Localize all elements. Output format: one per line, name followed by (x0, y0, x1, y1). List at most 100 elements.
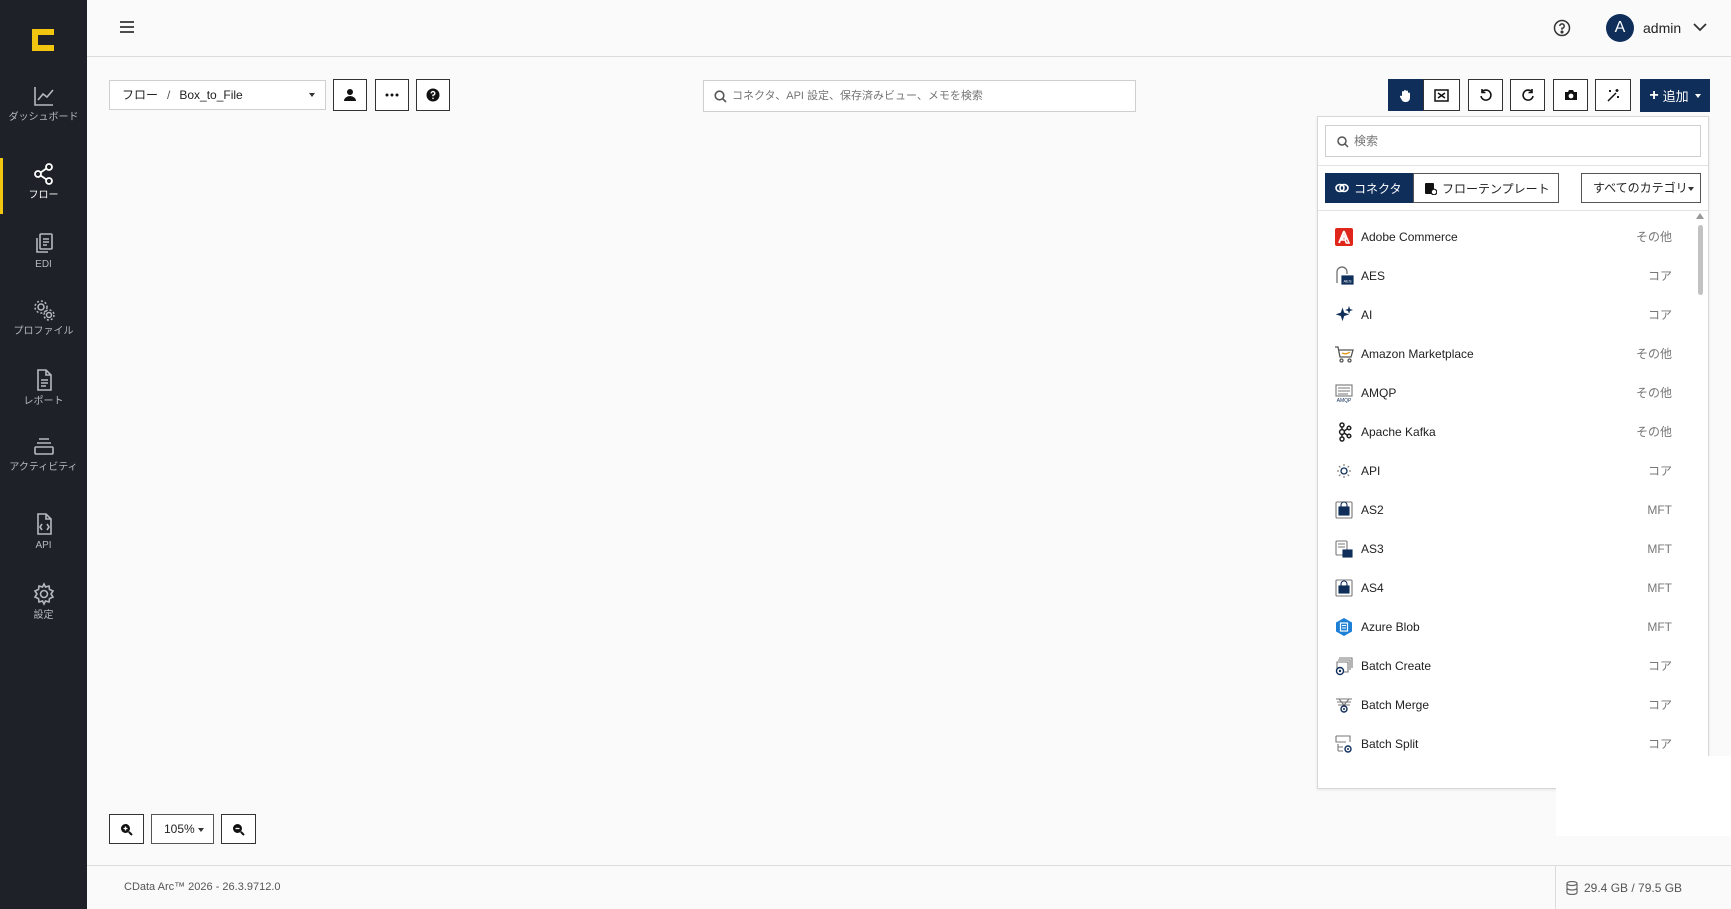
connector-name: Batch Split (1361, 736, 1419, 751)
chevron-down-icon[interactable] (1693, 22, 1707, 32)
search-icon (714, 90, 727, 103)
as3-icon (1335, 539, 1353, 558)
connector-row-as4[interactable]: AS4 MFT (1318, 568, 1690, 607)
cart-icon (1335, 345, 1354, 363)
connector-list: Adobe Commerce その他 AES AES コア AI コア Amaz… (1318, 217, 1690, 787)
connector-list-scrollbar[interactable] (1694, 211, 1706, 787)
hand-icon (1399, 89, 1410, 102)
connector-row-batch-create[interactable]: Batch Create コア (1318, 646, 1690, 685)
user-icon (344, 89, 356, 101)
scrollbar-thumb[interactable] (1698, 225, 1703, 295)
sidebar-item-dashboard[interactable]: ダッシュボード (0, 84, 87, 123)
connector-row-as2[interactable]: AS2 MFT (1318, 490, 1690, 529)
add-button-label: 追加 (1662, 89, 1689, 104)
caret-down-icon (309, 93, 315, 97)
share-nodes-icon (33, 163, 53, 185)
flow-help-button[interactable] (416, 79, 450, 111)
sidebar-item-profile[interactable]: プロファイル (0, 298, 87, 337)
connector-row-azure-blob[interactable]: Azure Blob MFT (1318, 607, 1690, 646)
sidebar-item-flow[interactable]: フロー (0, 158, 87, 214)
connector-row-amazon-marketplace[interactable]: Amazon Marketplace その他 (1318, 334, 1690, 373)
sidebar-item-label: アクティビティ (9, 462, 78, 473)
breadcrumb-root[interactable]: フロー (122, 88, 158, 102)
redo-icon (1521, 89, 1534, 101)
avatar[interactable]: A (1606, 14, 1634, 42)
sidebar-item-edi[interactable]: EDI (0, 231, 87, 270)
connector-category: コア (1647, 464, 1672, 478)
search-input[interactable] (732, 81, 1132, 111)
add-button[interactable]: + 追加 (1640, 79, 1710, 112)
sidebar-item-label: API (35, 540, 52, 551)
user-button[interactable] (333, 79, 367, 111)
api-file-icon (36, 513, 52, 535)
top-header: A admin (87, 0, 1731, 57)
connector-name: AS2 (1361, 502, 1384, 517)
aes-lock-icon: AES (1336, 265, 1354, 285)
connector-row-apache-kafka[interactable]: Apache Kafka その他 (1318, 412, 1690, 451)
zoom-level-value: 105% (164, 822, 195, 836)
connector-name: AMQP (1361, 385, 1397, 400)
svg-text:AMQP: AMQP (1337, 398, 1352, 403)
flow-breadcrumb-select[interactable]: フロー / Box_to_File (109, 80, 326, 110)
connector-search[interactable] (1325, 125, 1701, 157)
version-text: CData Arc™ 2026 - 26.3.9712.0 (124, 881, 281, 893)
connector-row-api[interactable]: API コア (1318, 451, 1690, 490)
connector-row-as3[interactable]: AS3 MFT (1318, 529, 1690, 568)
tab-flow-templates[interactable]: フローテンプレート (1413, 173, 1559, 203)
connector-panel: コネクタ フローテンプレート すべてのカテゴリ Adobe Commerce そ… (1317, 116, 1709, 789)
connector-name: AI (1361, 307, 1373, 322)
connector-category: MFT (1647, 619, 1672, 634)
connector-row-batch-merge[interactable]: Batch Merge コア (1318, 685, 1690, 724)
flow-name: Box_to_File (179, 88, 243, 102)
sidebar-item-report[interactable]: レポート (0, 368, 87, 407)
sidebar-item-settings[interactable]: 設定 (0, 582, 87, 621)
category-select-value: すべてのカテゴリ (1593, 181, 1688, 195)
connector-row-adobe-commerce[interactable]: Adobe Commerce その他 (1318, 217, 1690, 256)
ai-sparkle-icon (1335, 305, 1353, 321)
connector-row-amqp[interactable]: AMQP AMQP その他 (1318, 373, 1690, 412)
tab-connectors[interactable]: コネクタ (1325, 173, 1413, 203)
zoom-out-button[interactable] (221, 814, 256, 844)
ellipsis-icon (385, 93, 399, 97)
hamburger-menu-icon[interactable] (119, 20, 135, 34)
connector-row-aes[interactable]: AES AES コア (1318, 256, 1690, 295)
gear-icon (33, 582, 54, 606)
canvas-overlay-block (1556, 756, 1731, 836)
api-gear-icon (1337, 463, 1351, 478)
zoom-level-select[interactable]: 105% (151, 814, 214, 844)
database-icon (1566, 881, 1578, 895)
pan-mode-button[interactable] (1388, 79, 1423, 111)
category-select[interactable]: すべてのカテゴリ (1581, 173, 1701, 203)
connector-category: MFT (1647, 502, 1672, 517)
connector-name: AS3 (1361, 541, 1384, 556)
help-circle-icon[interactable] (1553, 19, 1571, 37)
question-circle-icon (426, 88, 440, 102)
sidebar-item-label: 設定 (33, 610, 54, 621)
scroll-up-arrow-icon[interactable] (1696, 213, 1704, 219)
undo-button[interactable] (1468, 79, 1503, 111)
zoom-in-button[interactable] (109, 814, 144, 844)
more-options-button[interactable] (375, 79, 409, 111)
select-mode-button[interactable] (1423, 79, 1460, 111)
batch-create-icon (1335, 656, 1353, 675)
connector-name: Azure Blob (1361, 619, 1420, 634)
caret-down-icon (1688, 187, 1694, 191)
connector-name: Batch Create (1361, 658, 1432, 673)
divider (1318, 165, 1708, 166)
connector-name: Apache Kafka (1361, 424, 1436, 439)
redo-button[interactable] (1510, 79, 1545, 111)
user-name[interactable]: admin (1643, 20, 1681, 36)
connector-search-input[interactable] (1354, 126, 1694, 156)
footer: CData Arc™ 2026 - 26.3.9712.0 29.4 GB / … (87, 865, 1731, 909)
sidebar-item-activity[interactable]: アクティビティ (0, 434, 87, 473)
global-search[interactable] (703, 80, 1136, 112)
screenshot-button[interactable] (1553, 79, 1588, 111)
connector-row-ai[interactable]: AI コア (1318, 295, 1690, 334)
sidebar-item-label: プロファイル (13, 326, 74, 337)
auto-layout-button[interactable] (1595, 79, 1631, 111)
sidebar-item-api[interactable]: API (0, 512, 87, 551)
magic-wand-icon (1606, 88, 1619, 102)
cdata-logo-icon (32, 29, 54, 51)
connector-name: Amazon Marketplace (1361, 346, 1474, 361)
connector-category: MFT (1647, 580, 1672, 595)
